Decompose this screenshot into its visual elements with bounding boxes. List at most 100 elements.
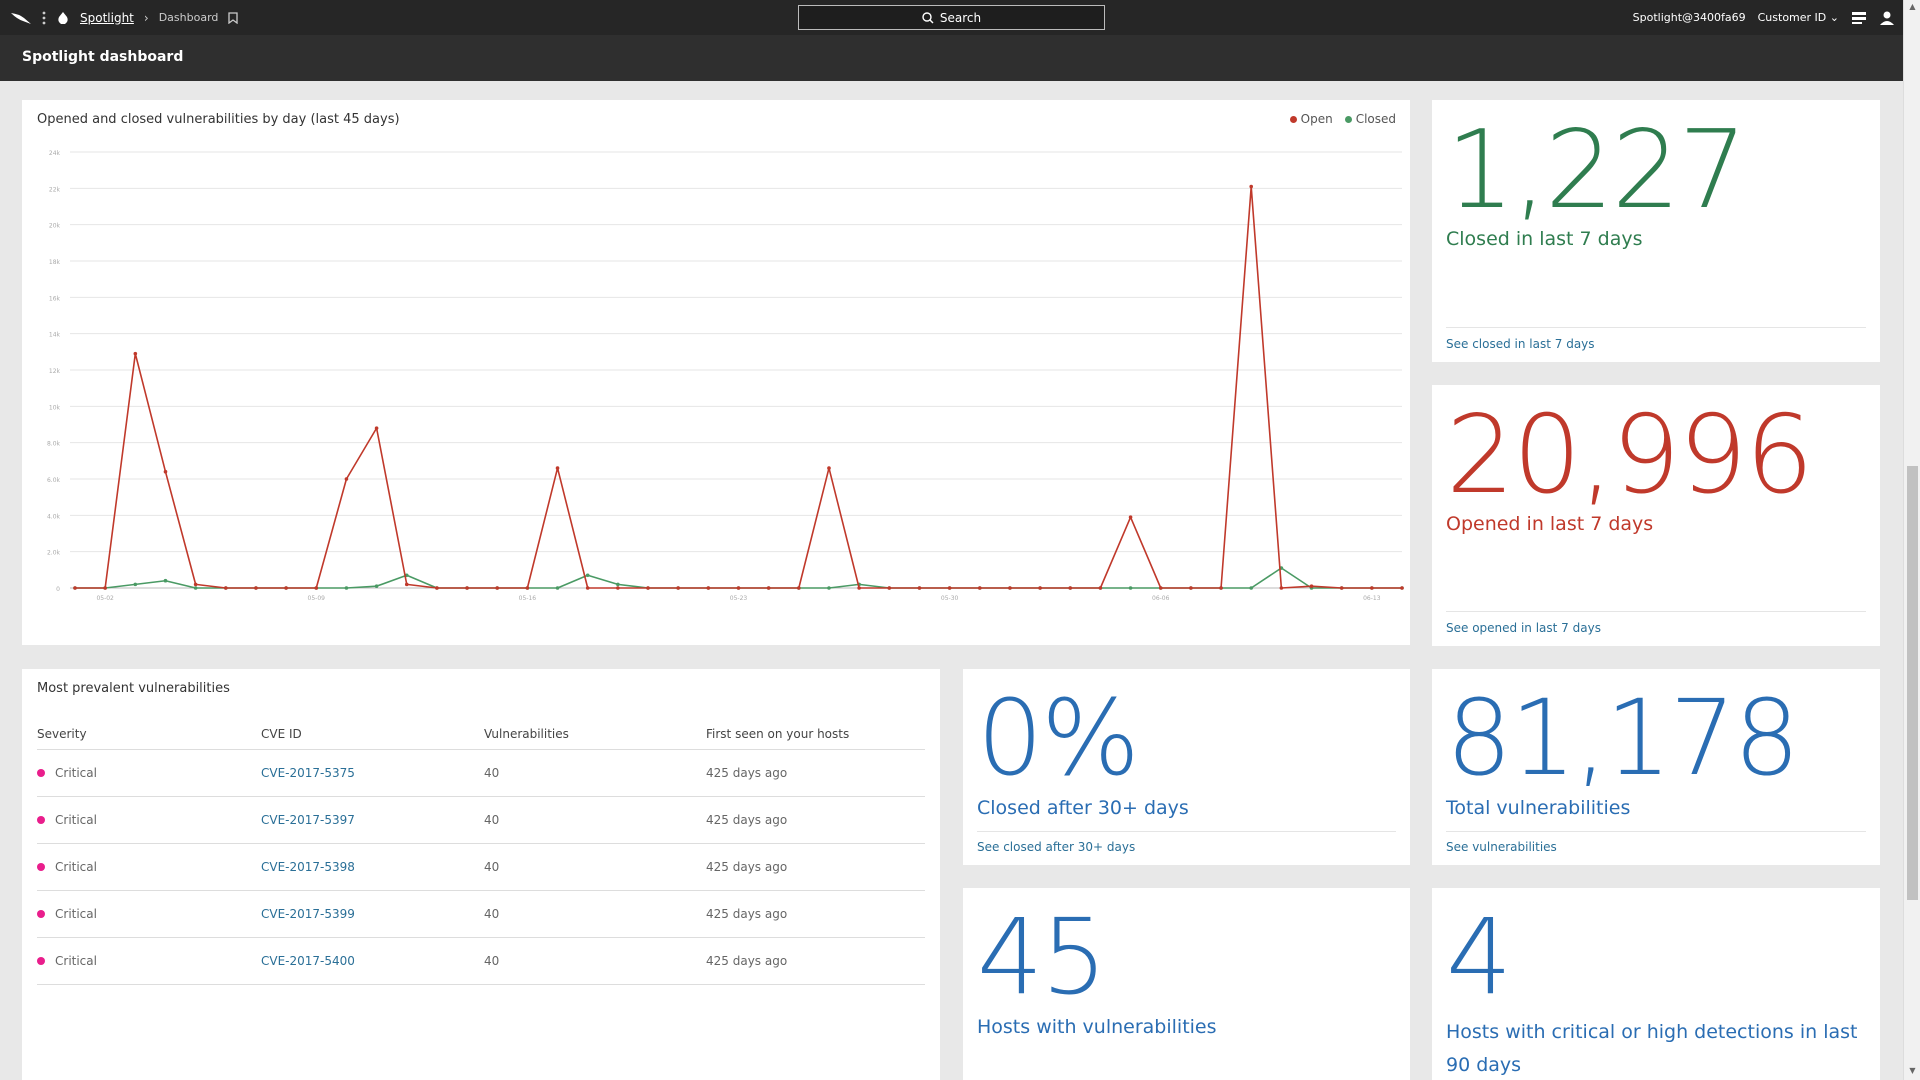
most-prevalent-vulnerabilities-card: Most prevalent vulnerabilities Severity … [22, 669, 940, 1080]
data-point-closed [374, 584, 379, 588]
see-opened-last-7-days-link[interactable]: See opened in last 7 days [1446, 621, 1601, 635]
table-row[interactable]: Critical CVE-2017-5400 40 425 days ago [37, 937, 925, 985]
data-point-open [465, 586, 469, 590]
data-point-open [977, 586, 982, 590]
falcon-logo-icon[interactable] [10, 10, 32, 26]
critical-severity-dot [37, 815, 45, 824]
col-vulnerabilities[interactable]: Vulnerabilities [484, 719, 706, 750]
data-point-open [344, 477, 349, 481]
customer-id-dropdown[interactable]: Customer ID ⌄ [1758, 11, 1839, 24]
see-closed-last-7-days-link[interactable]: See closed in last 7 days [1446, 337, 1595, 351]
data-point-open [917, 586, 922, 590]
hosts-critical-high-value: 4 [1446, 896, 1512, 1018]
data-point-open [1249, 184, 1254, 189]
table-header-row: Severity CVE ID Vulnerabilities First se… [37, 719, 925, 750]
data-point-open [646, 586, 650, 590]
cve-link[interactable]: CVE-2017-5399 [261, 907, 355, 921]
data-point-open [1038, 586, 1042, 590]
breadcrumb-chevron-icon: › [143, 10, 149, 25]
see-closed-after-30-days-link[interactable]: See closed after 30+ days [977, 840, 1135, 854]
cve-link[interactable]: CVE-2017-5397 [261, 813, 355, 827]
table-row[interactable]: Critical CVE-2017-5397 40 425 days ago [37, 796, 925, 844]
hosts-critical-high-card: 4 Hosts with critical or high detections… [1432, 888, 1880, 1080]
hosts-with-vulnerabilities-card: 45 Hosts with vulnerabilities [963, 888, 1410, 1080]
first-seen: 425 days ago [706, 843, 925, 891]
divider [1446, 831, 1866, 832]
cve-link[interactable]: CVE-2017-5400 [261, 954, 355, 968]
first-seen: 425 days ago [706, 890, 925, 938]
data-point-open [163, 469, 168, 474]
vulnerabilities-table: Severity CVE ID Vulnerabilities First se… [37, 719, 925, 985]
search-icon [922, 11, 934, 23]
data-point-open [223, 586, 228, 590]
data-point-open [676, 586, 680, 590]
hosts-with-vulnerabilities-value: 45 [977, 896, 1107, 1018]
y-tick-label: 22k [49, 186, 61, 193]
data-point-closed [1128, 586, 1133, 590]
scroll-up-arrow-icon[interactable]: ▲ [1907, 2, 1918, 14]
data-point-open [947, 586, 952, 590]
page-scrollbar[interactable]: ▲ ▼ [1903, 0, 1920, 1080]
divider [977, 831, 1396, 832]
first-seen: 425 days ago [706, 749, 925, 797]
data-point-closed [555, 586, 560, 590]
data-point-open [1158, 586, 1163, 590]
cve-link[interactable]: CVE-2017-5398 [261, 860, 355, 874]
breadcrumb-spotlight[interactable]: Spotlight [80, 11, 134, 25]
data-point-open [525, 586, 530, 590]
critical-severity-dot [37, 768, 45, 777]
opened-last-7-days-label: Opened in last 7 days [1446, 513, 1654, 535]
vuln-count: 40 [484, 937, 706, 985]
see-vulnerabilities-link[interactable]: See vulnerabilities [1446, 840, 1557, 854]
data-point-open [1098, 586, 1103, 590]
top-bar: Spotlight › Dashboard Search Spotlight@3… [0, 0, 1903, 35]
y-tick-label: 14k [49, 332, 61, 339]
data-point-closed [827, 586, 831, 590]
first-seen: 425 days ago [706, 796, 925, 844]
bookmark-icon[interactable] [228, 11, 239, 24]
data-point-open [374, 426, 379, 430]
vulnerabilities-chart-card: Opened and closed vulnerabilities by day… [22, 100, 1410, 645]
critical-severity-dot [37, 862, 45, 871]
data-point-open [193, 582, 198, 587]
total-vulnerabilities-card: 81,178 Total vulnerabilities See vulnera… [1432, 669, 1880, 865]
col-cve-id[interactable]: CVE ID [261, 719, 484, 750]
y-tick-label: 2.0k [47, 550, 61, 557]
x-tick-label: 05-16 [519, 595, 537, 602]
data-point-open [1370, 586, 1374, 590]
data-point-open [766, 586, 771, 590]
y-tick-label: 16k [49, 295, 61, 302]
spotlight-app-icon [56, 11, 70, 25]
closed-after-30-days-card: 0% Closed after 30+ days See closed afte… [963, 669, 1410, 865]
table-row[interactable]: Critical CVE-2017-5399 40 425 days ago [37, 890, 925, 938]
user-account[interactable]: Spotlight@3400fa69 [1633, 11, 1746, 24]
series-line-open [75, 185, 1402, 589]
opened-last-7-days-value: 20,996 [1446, 393, 1814, 518]
cve-link[interactable]: CVE-2017-5375 [261, 766, 355, 780]
x-tick-label: 05-23 [730, 595, 748, 602]
data-point-open [827, 466, 831, 470]
data-point-closed [193, 586, 198, 590]
closed-after-30-days-value: 0% [977, 677, 1140, 799]
notifications-stack-icon[interactable] [1851, 11, 1867, 25]
data-point-open [736, 586, 741, 590]
col-first-seen[interactable]: First seen on your hosts [706, 719, 925, 750]
search-button[interactable]: Search [798, 5, 1105, 30]
customer-id-label: Customer ID [1757, 11, 1827, 24]
data-point-open [314, 586, 319, 590]
table-row[interactable]: Critical CVE-2017-5375 40 425 days ago [37, 749, 925, 797]
critical-severity-dot [37, 909, 45, 918]
vuln-count: 40 [484, 749, 706, 797]
data-point-open [887, 586, 892, 590]
menu-kebab-icon[interactable] [42, 11, 46, 25]
data-point-closed [163, 578, 168, 583]
scroll-down-arrow-icon[interactable]: ▼ [1907, 1066, 1918, 1078]
y-tick-label: 12k [49, 368, 61, 375]
vuln-count: 40 [484, 890, 706, 938]
table-row[interactable]: Critical CVE-2017-5398 40 425 days ago [37, 843, 925, 891]
y-tick-label: 24k [49, 150, 61, 157]
data-point-closed [133, 582, 138, 587]
scrollbar-thumb[interactable] [1907, 466, 1918, 900]
col-severity[interactable]: Severity [37, 719, 261, 750]
user-profile-icon[interactable] [1879, 10, 1895, 26]
